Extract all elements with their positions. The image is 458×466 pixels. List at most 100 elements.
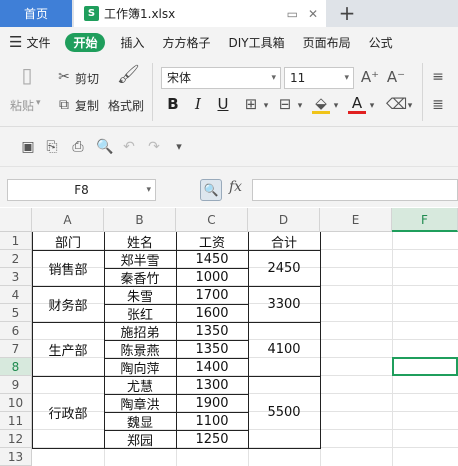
save-icon[interactable]: ▣ [20, 139, 36, 155]
menu-diy[interactable]: DIY工具箱 [220, 27, 294, 57]
print-icon[interactable]: ⎙ [70, 139, 86, 155]
paste-label[interactable]: 粘贴 [10, 97, 34, 114]
name-cell[interactable]: 施招弟 [104, 322, 176, 341]
close-icon[interactable]: ✕ [308, 7, 318, 21]
cut-button[interactable]: 剪切 [75, 70, 99, 87]
border-icon[interactable]: ⊞ [242, 96, 260, 112]
menu-insert[interactable]: 插入 [111, 27, 153, 57]
header-cell-dept[interactable]: 部门 [32, 232, 104, 251]
total-cell[interactable]: 5500 [248, 376, 320, 448]
row-header-10[interactable]: 10 [0, 394, 32, 412]
dept-cell[interactable]: 销售部 [32, 250, 104, 286]
tab-home[interactable]: 首页 [0, 0, 72, 27]
menu-fangfang[interactable]: 方方格子 [154, 27, 220, 57]
copy-button[interactable]: 复制 [75, 97, 99, 114]
name-cell[interactable]: 秦香竹 [104, 268, 176, 287]
eraser-icon[interactable]: ⌫ [386, 96, 407, 112]
chevron-down-icon[interactable]: ▾ [406, 98, 414, 114]
print-preview-icon[interactable]: 🔍 [96, 139, 113, 155]
header-cell-salary[interactable]: 工资 [176, 232, 248, 251]
italic-button[interactable]: I [191, 96, 205, 112]
chevron-down-icon[interactable]: ▾ [368, 98, 376, 114]
dept-cell[interactable]: 财务部 [32, 286, 104, 322]
column-header-a[interactable]: A [32, 208, 104, 232]
dept-cell[interactable]: 行政部 [32, 376, 104, 448]
copy-icon[interactable]: ⧉ [56, 97, 72, 113]
header-cell-total[interactable]: 合计 [248, 232, 320, 251]
name-cell[interactable]: 陶向萍 [104, 358, 176, 377]
zoom-icon[interactable]: 🔍 [200, 179, 222, 201]
menu-page-layout[interactable]: 页面布局 [294, 27, 360, 57]
selected-cell-f8[interactable] [392, 357, 458, 376]
row-header-5[interactable]: 5 [0, 304, 32, 322]
name-cell[interactable]: 郑半雪 [104, 250, 176, 269]
total-cell[interactable]: 4100 [248, 322, 320, 376]
row-header-12[interactable]: 12 [0, 430, 32, 448]
salary-cell[interactable]: 1100 [176, 412, 248, 430]
row-header-8[interactable]: 8 [0, 358, 32, 376]
salary-cell[interactable]: 1900 [176, 394, 248, 412]
font-name-select[interactable]: 宋体 ▾ [161, 67, 281, 89]
formula-input[interactable] [252, 179, 458, 201]
chevron-down-icon[interactable]: ▾ [172, 139, 186, 155]
undo-icon[interactable]: ↶ [121, 139, 137, 155]
salary-cell[interactable]: 1250 [176, 430, 248, 448]
salary-cell[interactable]: 1450 [176, 250, 248, 268]
align-top-icon[interactable]: ≡ [430, 69, 446, 85]
name-cell[interactable]: 郑园 [104, 430, 176, 449]
format-painter-icon[interactable]: 🖌 [117, 66, 140, 91]
shrink-font-button[interactable]: A⁻ [386, 69, 406, 85]
function-icon[interactable]: fx [229, 179, 242, 195]
column-header-f[interactable]: F [392, 208, 458, 232]
scissors-icon[interactable]: ✂ [56, 69, 72, 85]
salary-cell[interactable]: 1300 [176, 376, 248, 394]
bold-button[interactable]: B [166, 96, 180, 112]
dept-cell[interactable]: 生产部 [32, 322, 104, 376]
column-header-b[interactable]: B [104, 208, 176, 232]
row-header-7[interactable]: 7 [0, 340, 32, 358]
name-cell[interactable]: 尤慧 [104, 376, 176, 395]
name-cell[interactable]: 魏显 [104, 412, 176, 431]
menu-formula[interactable]: 公式 [360, 27, 402, 57]
row-header-11[interactable]: 11 [0, 412, 32, 430]
monitor-icon[interactable]: ▭ [287, 7, 298, 21]
salary-cell[interactable]: 1400 [176, 358, 248, 376]
redo-icon[interactable]: ↷ [146, 139, 162, 155]
name-cell[interactable]: 朱雪 [104, 286, 176, 305]
salary-cell[interactable]: 1600 [176, 304, 248, 322]
paste-icon[interactable]: ▯ [16, 65, 38, 91]
column-header-e[interactable]: E [320, 208, 392, 232]
new-tab-button[interactable]: + [336, 2, 358, 24]
row-header-9[interactable]: 9 [0, 376, 32, 394]
export-icon[interactable]: ⎘ [44, 139, 60, 155]
name-cell[interactable]: 陶章洪 [104, 394, 176, 413]
total-cell[interactable]: 3300 [248, 286, 320, 322]
row-header-3[interactable]: 3 [0, 268, 32, 286]
format-painter-button[interactable]: 格式刷 [108, 97, 144, 114]
salary-cell[interactable]: 1700 [176, 286, 248, 304]
underline-button[interactable]: U [216, 96, 230, 112]
salary-cell[interactable]: 1350 [176, 322, 248, 340]
row-header-2[interactable]: 2 [0, 250, 32, 268]
grow-font-button[interactable]: A⁺ [360, 69, 380, 85]
name-cell[interactable]: 张红 [104, 304, 176, 323]
name-cell[interactable]: 陈景燕 [104, 340, 176, 359]
row-header-13[interactable]: 13 [0, 448, 32, 466]
row-header-4[interactable]: 4 [0, 286, 32, 304]
menu-file[interactable]: ☰ 文件 [0, 27, 59, 57]
select-all-corner[interactable] [0, 208, 32, 232]
header-cell-name[interactable]: 姓名 [104, 232, 176, 251]
menu-home[interactable]: 开始 [65, 32, 106, 52]
row-header-6[interactable]: 6 [0, 322, 32, 340]
chevron-down-icon[interactable]: ▾ [262, 98, 270, 114]
name-box[interactable]: F8 ▾ [7, 179, 156, 201]
font-color-button[interactable]: A [348, 95, 366, 114]
align-left-icon[interactable]: ≣ [430, 97, 446, 113]
chevron-down-icon[interactable]: ▾ [332, 98, 340, 114]
total-cell[interactable]: 2450 [248, 250, 320, 286]
font-size-select[interactable]: 11 ▾ [284, 67, 354, 89]
salary-cell[interactable]: 1350 [176, 340, 248, 358]
salary-cell[interactable]: 1000 [176, 268, 248, 286]
chevron-down-icon[interactable]: ▾ [296, 98, 304, 114]
column-header-c[interactable]: C [176, 208, 248, 232]
